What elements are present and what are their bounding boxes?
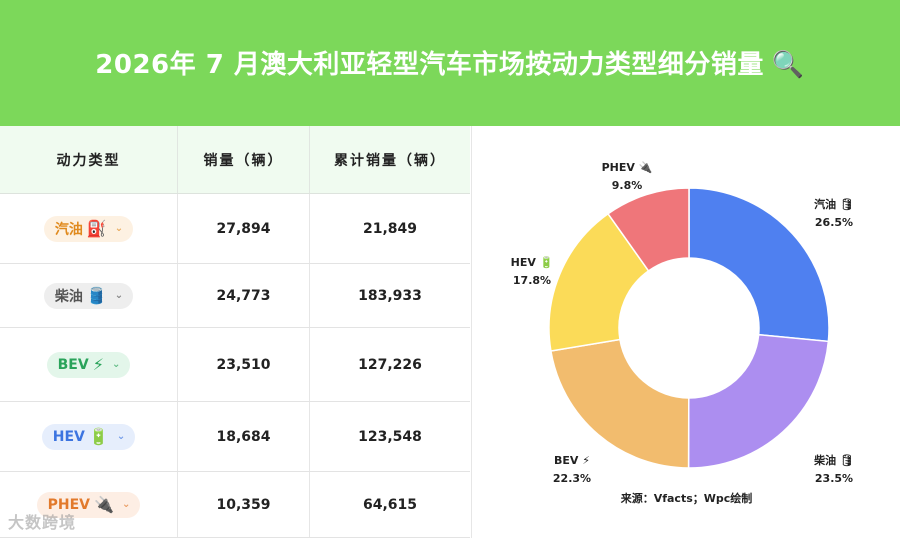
powertrain-icon: 🔋	[88, 427, 109, 446]
chevron-down-icon: ⌄	[114, 223, 124, 234]
sales-cell: 10,359	[178, 472, 310, 537]
type-label: 汽油	[54, 221, 83, 238]
donut-slice-2	[550, 338, 690, 469]
column-header-sales: 销量（辆）	[178, 126, 310, 193]
slice-label: PHEV 🔌	[602, 161, 653, 174]
cumulative-cell: 123,548	[358, 428, 422, 445]
slice-label: 柴油 🛢	[813, 453, 854, 467]
type-label: HEV	[52, 428, 85, 445]
chevron-down-icon: ⌄	[116, 431, 126, 442]
table-row: 汽油 ⛽ ⌄ 27,894 21,849	[0, 194, 470, 264]
type-cell: BEV ⚡ ⌄	[0, 328, 178, 401]
donut-slice-1	[687, 333, 830, 469]
sales-cell: 18,684	[178, 402, 310, 471]
type-cell: 汽油 ⛽ ⌄	[0, 194, 178, 263]
slice-percent-label: 9.8%	[612, 179, 643, 192]
slice-label: HEV 🔋	[511, 256, 554, 269]
table-row: BEV ⚡ ⌄ 23,510 127,226	[0, 328, 470, 402]
page-title: 2026年 7 月澳大利亚轻型汽车市场按动力类型细分销量 🔍	[95, 44, 804, 81]
table-row: 柴油 🛢️ ⌄ 24,773 183,933	[0, 264, 470, 328]
header-banner: 2026年 7 月澳大利亚轻型汽车市场按动力类型细分销量 🔍	[0, 0, 900, 126]
donut-chart-svg: 汽油 🛢 26.5% 柴油 🛢 23.5% BEV ⚡ 22.3% HEV 🔋 17.8% PH…	[511, 161, 854, 485]
type-dropdown-chip[interactable]: 柴油 🛢️ ⌄	[43, 282, 134, 309]
magnifier-icon: 🔍	[771, 49, 805, 80]
type-cell: 柴油 🛢️ ⌄	[0, 264, 178, 327]
slice-percent-label: 22.3%	[553, 472, 591, 485]
slice-label: 汽油 🛢	[814, 197, 854, 211]
cumulative-cell: 127,226	[358, 356, 422, 373]
powertrain-icon: 🛢️	[86, 286, 107, 305]
sales-table: 动力类型 销量（辆） 累计销量（辆） 汽油 ⛽ ⌄ 27,894 21,849 柴油 🛢️ ⌄…	[0, 126, 470, 538]
type-label: BEV	[57, 356, 89, 373]
powertrain-icon: ⛽	[86, 219, 107, 238]
sales-cell: 23,510	[178, 328, 310, 401]
type-dropdown-chip[interactable]: BEV ⚡ ⌄	[46, 351, 131, 378]
powertrain-icon: 🔌	[94, 495, 114, 514]
column-header-cumulative: 累计销量（辆）	[334, 152, 446, 169]
page-title-text: 2026年 7 月澳大利亚轻型汽车市场按动力类型细分销量	[95, 49, 764, 80]
cumulative-cell: 64,615	[362, 496, 418, 513]
watermark: 大数跨境	[8, 513, 77, 532]
donut-chart: 汽油 🛢 26.5% 柴油 🛢 23.5% BEV ⚡ 22.3% HEV 🔋 17.8% PH…	[471, 126, 900, 538]
table-row: HEV 🔋 ⌄ 18,684 123,548	[0, 402, 470, 472]
chevron-down-icon: ⌄	[121, 499, 131, 510]
column-header-type: 动力类型	[0, 126, 178, 193]
sales-cell: 24,773	[178, 264, 310, 327]
cumulative-cell: 21,849	[362, 220, 418, 237]
donut-slice-0	[688, 187, 830, 343]
sales-cell: 27,894	[178, 194, 310, 263]
slice-percent-label: 17.8%	[513, 274, 551, 287]
powertrain-icon: ⚡	[92, 355, 104, 374]
slice-percent-label: 26.5%	[815, 216, 853, 229]
cumulative-cell: 183,933	[358, 287, 422, 304]
chevron-down-icon: ⌄	[114, 290, 124, 301]
type-label: 柴油	[54, 288, 83, 305]
table-header: 动力类型 销量（辆） 累计销量（辆）	[0, 126, 470, 194]
slice-label: BEV ⚡	[554, 454, 590, 467]
type-cell: HEV 🔋 ⌄	[0, 402, 178, 471]
source-note: 来源：Vfacts；Wpc绘制	[620, 492, 753, 505]
slice-percent-label: 23.5%	[815, 472, 853, 485]
type-dropdown-chip[interactable]: 汽油 ⛽ ⌄	[43, 215, 134, 242]
type-dropdown-chip[interactable]: HEV 🔋 ⌄	[41, 423, 136, 450]
chevron-down-icon: ⌄	[111, 359, 121, 370]
